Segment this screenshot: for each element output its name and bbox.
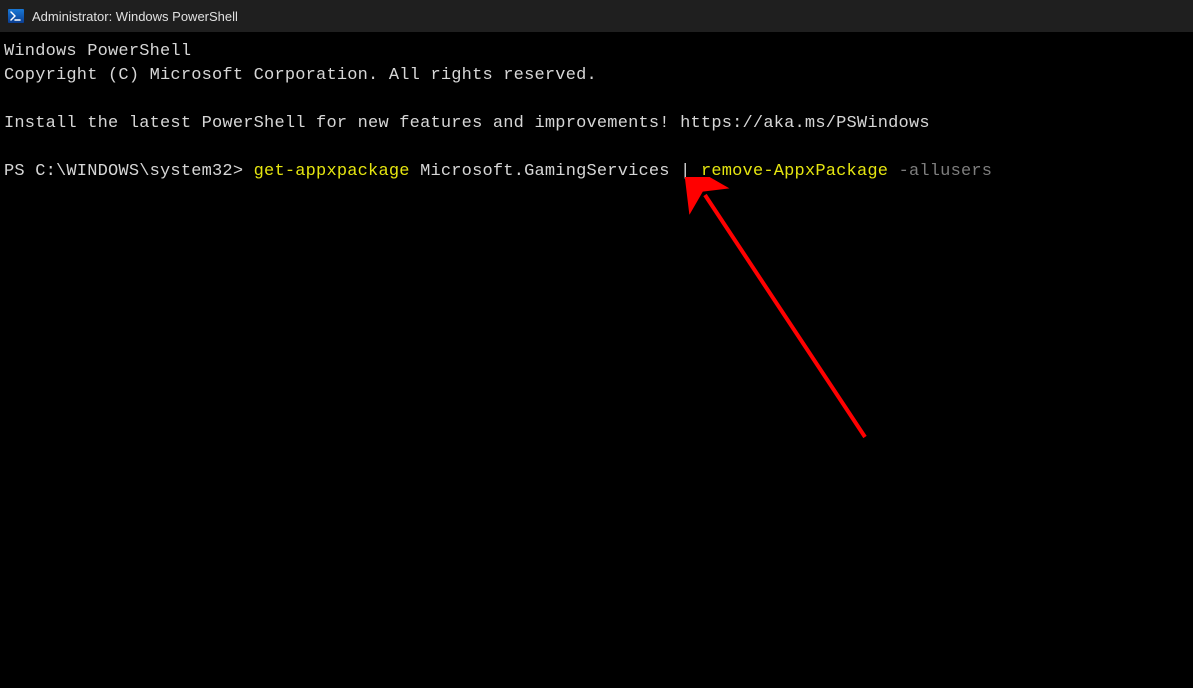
pipe: | xyxy=(680,162,690,181)
parameter: -allusers xyxy=(899,162,993,181)
powershell-icon xyxy=(8,8,24,24)
argument: Microsoft.GamingServices xyxy=(410,162,680,181)
prompt-text: PS C:\WINDOWS\system32> xyxy=(4,162,254,181)
arrow-annotation-icon xyxy=(680,177,880,447)
window-title: Administrator: Windows PowerShell xyxy=(32,9,238,24)
cmdlet: get-appxpackage xyxy=(254,162,410,181)
titlebar[interactable]: Administrator: Windows PowerShell xyxy=(0,0,1193,32)
space xyxy=(691,162,701,181)
prompt-line: PS C:\WINDOWS\system32> get-appxpackage … xyxy=(4,160,1189,184)
terminal-area[interactable]: Windows PowerShell Copyright (C) Microso… xyxy=(0,32,1193,688)
space xyxy=(888,162,898,181)
cmdlet: remove-AppxPackage xyxy=(701,162,888,181)
output-line: Copyright (C) Microsoft Corporation. All… xyxy=(4,64,1189,88)
blank-line xyxy=(4,88,1189,112)
output-line: Windows PowerShell xyxy=(4,40,1189,64)
output-line: Install the latest PowerShell for new fe… xyxy=(4,112,1189,136)
blank-line xyxy=(4,136,1189,160)
